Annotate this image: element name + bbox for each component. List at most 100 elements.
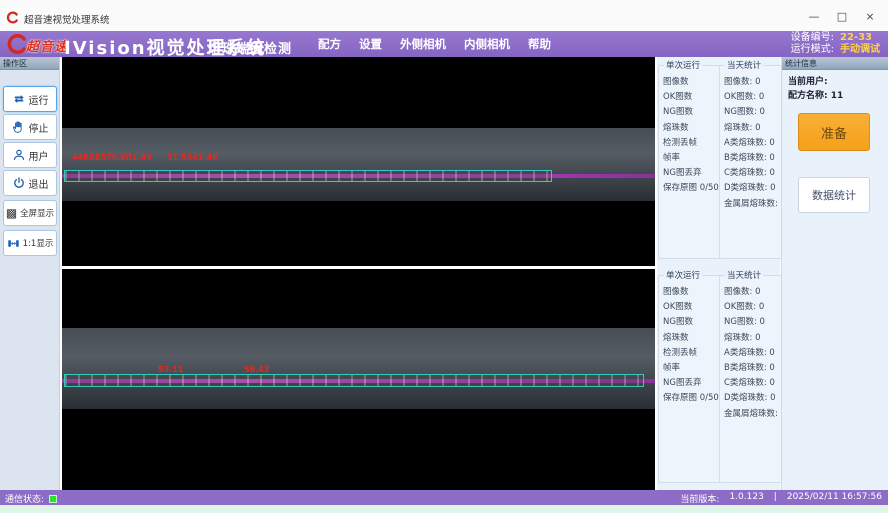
recipe-name-label: 配方名称:	[788, 91, 828, 101]
operation-sidebar: 操作区 运行 停止 用户	[0, 57, 60, 490]
device-info: 设备编号: 22-33 运行模式: 手动调试	[791, 32, 880, 56]
stat-row: OK图数: 0	[724, 90, 786, 105]
data-statistics-button[interactable]: 数据统计	[798, 177, 870, 213]
run-mode-label: 运行模式:	[791, 44, 834, 56]
maximize-button[interactable]: □	[828, 6, 856, 26]
inner-camera-viewport: 53.11 56.43	[62, 269, 655, 490]
measurement-annotation: 56.43	[244, 365, 269, 374]
version-value: 1.0.123	[729, 492, 763, 505]
daily-stats-groupbox: 当天统计 图像数: 0 OK图数: 0 NG图数: 0 熔珠数: 0 A类熔珠数…	[719, 59, 790, 259]
titlebar: 超音速视觉处理系统 — □ ×	[0, 0, 888, 31]
daily-stats-groupbox: 当天统计 图像数: 0 OK图数: 0 NG图数: 0 熔珠数: 0 A类熔珠数…	[719, 269, 790, 483]
stop-button[interactable]: 停止	[3, 114, 57, 140]
device-number-label: 设备编号:	[791, 32, 834, 44]
run-loop-icon	[12, 92, 26, 106]
menu-help[interactable]: 帮助	[528, 36, 551, 52]
stop-hand-icon	[12, 120, 26, 134]
power-icon	[12, 176, 26, 190]
outer-camera-viewport: 44R88579.8R1.49 31.5341.49	[62, 57, 655, 266]
stat-row: NG图数: 0	[724, 105, 786, 120]
stat-row: C类熔珠数: 0	[724, 166, 786, 181]
daily-stats-title: 当天统计	[725, 59, 763, 71]
stat-row: A类熔珠数: 0	[724, 346, 786, 361]
stat-row: 保存原图 0/500	[663, 391, 724, 406]
stat-row: B类熔珠数: 0	[724, 151, 786, 166]
stat-row: B类熔珠数: 0	[724, 361, 786, 376]
single-run-groupbox: 单次运行 图像数 OK图数 NG图数 熔珠数 检测丢帧 帧率 NG图丢弃 保存原…	[658, 59, 728, 259]
app-header: 超音速 IVision视觉处理系统 熔珠端面检测 配方 设置 外侧相机 内侧相机…	[0, 31, 888, 57]
menu-outer-camera[interactable]: 外侧相机	[400, 36, 446, 52]
stat-row: 熔珠数	[663, 331, 724, 346]
user-button-label: 用户	[29, 148, 49, 163]
statistics-column: 单次运行 图像数 OK图数 NG图数 熔珠数 检测丢帧 帧率 NG图丢弃 保存原…	[657, 57, 780, 490]
detection-roi-box	[64, 170, 552, 182]
brand-logo-icon	[6, 33, 28, 55]
statistics-info-title: 统计信息	[782, 57, 888, 70]
fullscreen-button[interactable]: ▩ 全屏显示	[3, 200, 57, 226]
current-user-label: 当前用户:	[788, 77, 828, 87]
stat-row: 图像数	[663, 285, 724, 300]
detection-roi-box	[64, 374, 644, 387]
stat-row: 检测丢帧	[663, 136, 724, 151]
measurement-annotation: 31.5341.49	[167, 153, 218, 162]
status-bar: 通信状态: 当前版本: 1.0.123 | 2025/02/11 16:57:5…	[0, 490, 888, 505]
stat-row: 熔珠数: 0	[724, 331, 786, 346]
camera-image-band	[62, 128, 655, 201]
menu-recipe[interactable]: 配方	[318, 36, 341, 52]
app-logo-icon	[6, 11, 19, 24]
run-button-label: 运行	[29, 92, 49, 107]
stat-row: 金属屑熔珠数: 0	[724, 197, 786, 212]
single-run-title: 单次运行	[664, 59, 702, 71]
stat-row: 帧率	[663, 361, 724, 376]
run-mode-value: 手动调试	[840, 44, 880, 56]
main-menu: 配方 设置 外侧相机 内侧相机 帮助	[318, 31, 551, 57]
stat-row: NG图数: 0	[724, 315, 786, 330]
one-to-one-button[interactable]: 1:1显示	[3, 230, 57, 256]
window-title: 超音速视觉处理系统	[24, 12, 110, 26]
user-button[interactable]: 用户	[3, 142, 57, 168]
stat-row: NG图丢弃	[663, 376, 724, 391]
stat-row: NG图数	[663, 315, 724, 330]
stat-row: A类熔珠数: 0	[724, 136, 786, 151]
single-run-groupbox: 单次运行 图像数 OK图数 NG图数 熔珠数 检测丢帧 帧率 NG图丢弃 保存原…	[658, 269, 728, 483]
one-to-one-icon	[7, 237, 20, 250]
stat-row: 图像数	[663, 75, 724, 90]
run-button[interactable]: 运行	[3, 86, 57, 112]
user-icon	[12, 148, 26, 162]
app-subtitle: 熔珠端面检测	[208, 38, 292, 57]
measurement-annotation: 53.11	[158, 365, 183, 374]
menu-inner-camera[interactable]: 内侧相机	[464, 36, 510, 52]
stat-row: D类熔珠数: 0	[724, 391, 786, 406]
stat-row: 图像数: 0	[724, 285, 786, 300]
minimize-button[interactable]: —	[800, 6, 828, 26]
ready-button[interactable]: 准备	[798, 113, 870, 151]
device-number-value: 22-33	[840, 32, 880, 44]
bottom-strip	[0, 505, 888, 513]
stat-row: 金属屑熔珠数: 0	[724, 407, 786, 422]
inner-camera-stats: 单次运行 图像数 OK图数 NG图数 熔珠数 检测丢帧 帧率 NG图丢弃 保存原…	[657, 267, 780, 489]
camera-image-band	[62, 328, 655, 409]
fullscreen-icon: ▩	[6, 207, 17, 219]
one-to-one-button-label: 1:1显示	[23, 237, 54, 249]
stat-row: OK图数	[663, 300, 724, 315]
stat-row: OK图数	[663, 90, 724, 105]
stat-row: NG图丢弃	[663, 166, 724, 181]
stat-row: 熔珠数: 0	[724, 121, 786, 136]
version-label: 当前版本:	[680, 492, 719, 505]
status-separator: |	[774, 492, 777, 505]
exit-button[interactable]: 退出	[3, 170, 57, 196]
stat-row: 检测丢帧	[663, 346, 724, 361]
comm-status-label: 通信状态:	[5, 492, 44, 505]
comm-status-indicator	[49, 495, 57, 503]
recipe-name-value: 11	[831, 91, 844, 101]
menu-settings[interactable]: 设置	[359, 36, 382, 52]
close-button[interactable]: ×	[856, 6, 884, 26]
statistics-info-panel: 统计信息 当前用户: 配方名称: 11 准备 数据统计	[781, 57, 888, 490]
operation-sidebar-title: 操作区	[0, 57, 59, 70]
single-run-title: 单次运行	[664, 269, 702, 281]
stat-row: 帧率	[663, 151, 724, 166]
stat-row: 保存原图 0/500	[663, 181, 724, 196]
stop-button-label: 停止	[29, 120, 49, 135]
stat-row: NG图数	[663, 105, 724, 120]
exit-button-label: 退出	[29, 176, 49, 191]
